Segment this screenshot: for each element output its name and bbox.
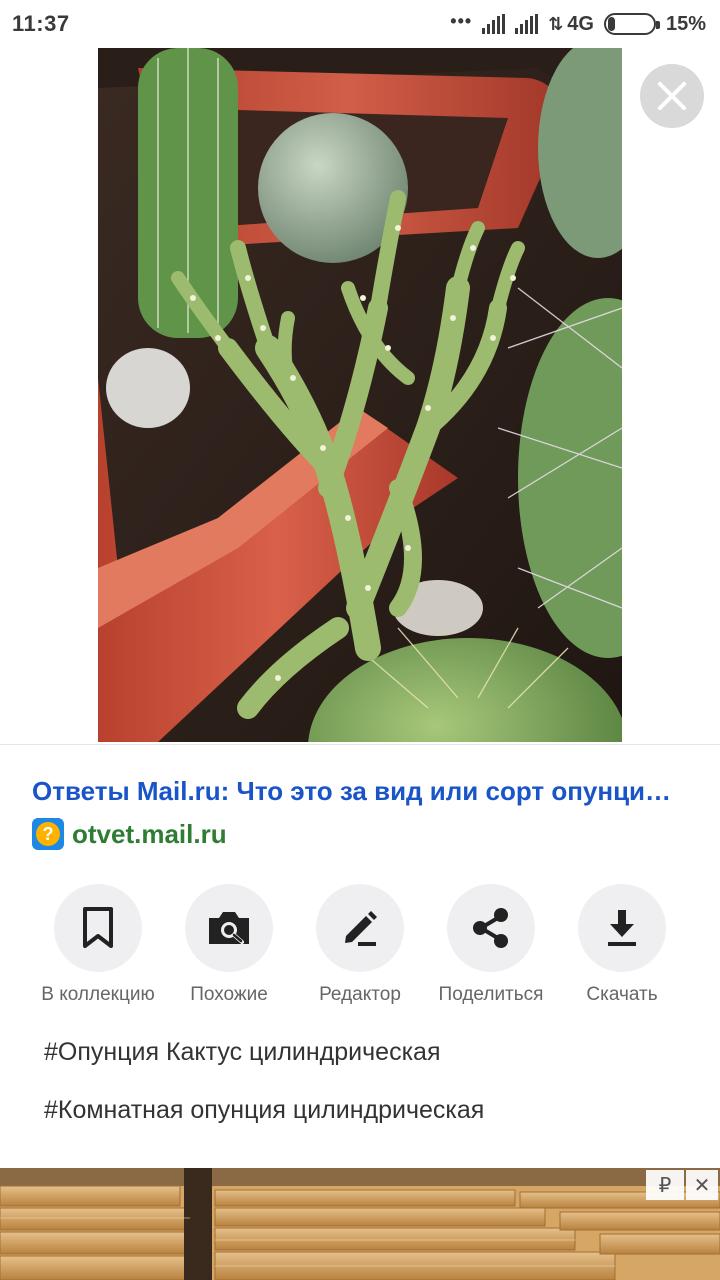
status-bar: 11:37 ••• ⇅ 4G 15% <box>0 0 720 48</box>
tag-link[interactable]: #Опунция Кактус цилиндрическая <box>44 1038 441 1067</box>
share-icon <box>473 908 508 948</box>
notification-dots-icon: ••• <box>450 10 473 31</box>
data-arrows-icon: ⇅ <box>548 13 564 34</box>
action-label: Похожие <box>190 984 268 1005</box>
share-button[interactable]: Поделиться <box>421 884 561 1006</box>
action-circle <box>54 884 142 972</box>
source-domain: otvet.mail.ru <box>72 818 227 849</box>
editor-button[interactable]: Редактор <box>290 884 430 1006</box>
action-circle <box>316 884 404 972</box>
divider <box>0 744 720 745</box>
result-title-link[interactable]: Ответы Mail.ru: Что это за вид или сорт … <box>32 776 692 807</box>
result-image[interactable] <box>98 48 622 742</box>
source-favicon-glyph: ? <box>36 822 60 846</box>
source-favicon-icon: ? <box>32 818 64 850</box>
similar-button[interactable]: Похожие <box>159 884 299 1006</box>
signal-2-icon <box>515 14 539 34</box>
action-label: Редактор <box>319 984 401 1005</box>
action-circle <box>185 884 273 972</box>
action-label: В коллекцию <box>41 984 155 1005</box>
source-link[interactable]: ? otvet.mail.ru <box>32 818 227 850</box>
add-to-collection-button[interactable]: В коллекцию <box>28 884 168 1006</box>
close-icon <box>658 82 686 110</box>
ad-close-button[interactable]: ✕ <box>686 1170 718 1200</box>
network-indicator: ⇅ 4G <box>548 13 594 36</box>
ad-currency-badge: ₽ <box>646 1170 684 1200</box>
battery-icon <box>603 13 660 35</box>
ad-banner[interactable]: ₽ ✕ <box>0 1168 720 1280</box>
download-button[interactable]: Скачать <box>552 884 692 1006</box>
tag-link[interactable]: #Комнатная опунция цилиндрическая <box>44 1096 484 1125</box>
network-type: 4G <box>567 12 594 35</box>
pencil-icon <box>345 911 377 946</box>
action-label: Скачать <box>586 984 658 1005</box>
signal-icon <box>482 14 506 34</box>
battery-level <box>607 17 615 31</box>
action-circle <box>578 884 666 972</box>
camera-search-icon <box>209 912 249 944</box>
download-icon <box>608 910 636 946</box>
action-bar: В коллекцию Похожие Редактор Поделиться … <box>0 884 720 1014</box>
status-icons: ••• ⇅ 4G 15% <box>450 10 706 36</box>
battery-percent: 15% <box>665 12 706 35</box>
action-circle <box>447 884 535 972</box>
action-label: Поделиться <box>438 984 544 1005</box>
bookmark-icon <box>83 907 113 948</box>
close-button[interactable] <box>640 64 704 128</box>
status-time: 11:37 <box>12 11 70 36</box>
